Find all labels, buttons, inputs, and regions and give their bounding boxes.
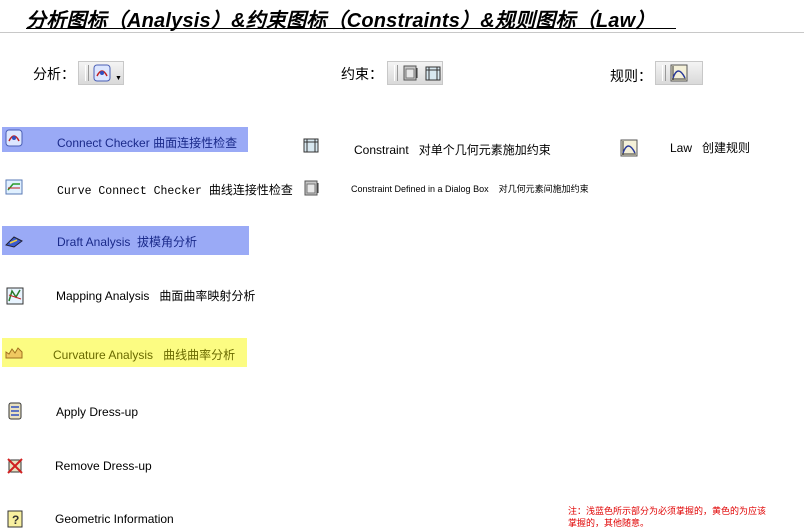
geometric-info-label: Geometric Information	[55, 512, 174, 526]
constraint-toolbar[interactable]	[387, 61, 443, 85]
law-category-label: 规则：	[610, 68, 652, 84]
toolbar-grip[interactable]	[85, 65, 89, 81]
law-label: Law 创建规则	[670, 141, 751, 155]
constraint-dialog-icon[interactable]	[303, 179, 321, 197]
constraint-dialog-label: Constraint Defined in a Dialog Box 对几何元素…	[351, 184, 589, 194]
svg-text:?: ?	[12, 513, 19, 527]
geometric-info-icon[interactable]: ?	[6, 510, 24, 528]
apply-dressup-label: Apply Dress-up	[56, 405, 139, 419]
draft-analysis-label: Draft Analysis 拔模角分析	[57, 235, 198, 249]
header-divider	[0, 32, 804, 33]
curvature-analysis-icon[interactable]	[5, 344, 23, 362]
analysis-toolbar[interactable]: ▼	[78, 61, 124, 85]
curve-connect-checker-icon[interactable]	[5, 178, 23, 196]
analysis-toolbar-icon[interactable]	[93, 64, 111, 82]
analysis-category-label: 分析：	[33, 66, 75, 82]
constraint-icon[interactable]	[302, 136, 320, 154]
remove-dressup-icon[interactable]	[6, 457, 24, 475]
legend-note: 注：浅蓝色所示部分为必须掌握的，黄色的为应该掌握的，其他随意。	[568, 506, 767, 528]
law-toolbar-icon[interactable]	[670, 64, 688, 82]
curve-connect-checker-label: Curve Connect Checker 曲线连接性检查	[57, 183, 293, 198]
constraint-dialog-toolbar-icon[interactable]	[402, 64, 420, 82]
apply-dressup-icon[interactable]	[6, 402, 24, 420]
law-icon[interactable]	[620, 139, 638, 157]
constraint-category-label: 约束：	[341, 66, 383, 82]
constraint-toolbar-icon[interactable]	[424, 64, 442, 82]
dropdown-arrow-icon[interactable]: ▼	[115, 75, 122, 82]
remove-dressup-label: Remove Dress-up	[55, 459, 152, 473]
constraint-label: Constraint 对单个几何元素施加约束	[354, 143, 551, 157]
draft-analysis-icon[interactable]	[5, 231, 23, 249]
law-toolbar[interactable]	[655, 61, 703, 85]
toolbar-grip[interactable]	[662, 65, 666, 81]
mapping-analysis-label: Mapping Analysis 曲面曲率映射分析	[56, 289, 256, 303]
connect-checker-label: Connect Checker 曲面连接性检查	[57, 136, 238, 150]
curvature-analysis-label: Curvature Analysis 曲线曲率分析	[53, 348, 236, 362]
mapping-analysis-icon[interactable]	[6, 287, 24, 305]
title-underline	[26, 28, 676, 29]
toolbar-grip[interactable]	[394, 65, 398, 81]
connect-checker-icon[interactable]	[5, 129, 23, 147]
